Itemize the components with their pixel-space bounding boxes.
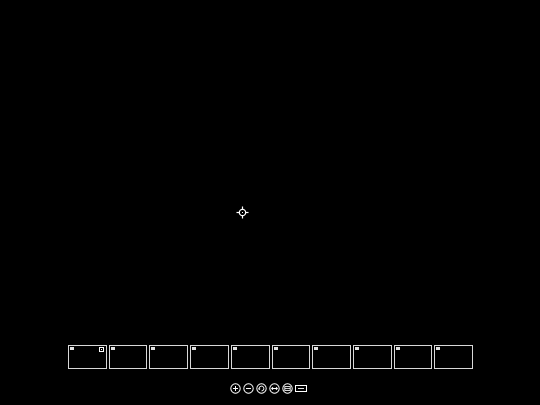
hotbar-slot-8[interactable] <box>352 345 392 369</box>
slot-corner-marker <box>151 347 156 350</box>
selected-slot-icon <box>98 347 104 352</box>
hotbar-slot-7[interactable] <box>312 345 351 369</box>
fit-view-icon[interactable] <box>282 383 293 394</box>
slot-corner-marker <box>232 347 237 350</box>
hotbar-slot-3[interactable] <box>149 345 189 369</box>
hotbar-slot-6[interactable] <box>271 345 311 369</box>
slot-corner-marker <box>395 347 400 350</box>
rotate-icon[interactable] <box>256 383 267 394</box>
slot-corner-marker <box>314 347 319 350</box>
slot-corner-marker <box>70 347 74 350</box>
pan-horizontal-icon[interactable] <box>269 383 280 394</box>
zoom-in-icon[interactable] <box>230 383 241 394</box>
hotbar-slot-9[interactable] <box>393 345 433 369</box>
hotbar-slot-2[interactable] <box>108 345 148 369</box>
keyboard-icon[interactable] <box>295 383 307 394</box>
hotbar <box>68 345 474 369</box>
view-toolbar <box>230 382 307 395</box>
slot-corner-marker <box>192 347 197 350</box>
zoom-out-icon[interactable] <box>243 383 254 394</box>
slot-corner-marker <box>354 347 359 350</box>
slot-corner-marker <box>110 347 115 350</box>
hotbar-slot-5[interactable] <box>230 345 270 369</box>
slot-corner-marker <box>273 347 278 350</box>
hotbar-slot-1[interactable] <box>68 345 107 369</box>
crosshair-icon <box>236 206 249 219</box>
game-viewport[interactable] <box>0 0 540 340</box>
hotbar-slot-10[interactable] <box>434 345 474 369</box>
hotbar-slot-4[interactable] <box>190 345 229 369</box>
slot-corner-marker <box>436 347 441 350</box>
